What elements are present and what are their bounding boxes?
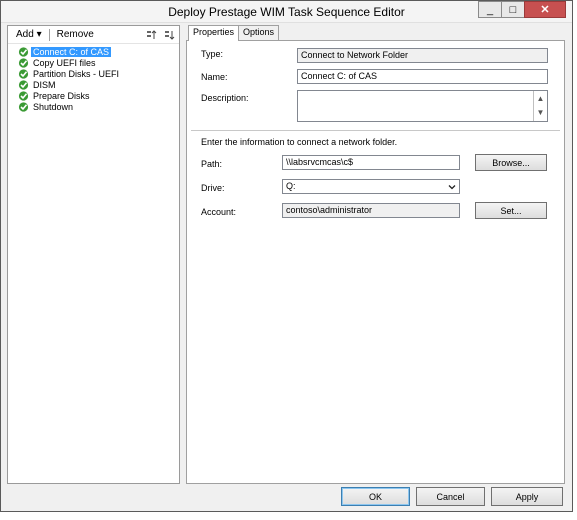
step-details-pane: Properties Options Type: Connect to Netw… <box>186 25 565 484</box>
tab-strip: Properties Options <box>188 25 280 41</box>
tree-item-label: Copy UEFI files <box>33 57 96 68</box>
tree-item-label: Shutdown <box>33 101 74 112</box>
path-field[interactable]: \\labsrvcmcas\c$ <box>282 155 460 170</box>
cancel-button[interactable]: Cancel <box>416 487 485 506</box>
window-controls: _ □ ✕ <box>478 1 566 18</box>
tree-item-label: Connect C: of CAS <box>31 46 112 57</box>
tree-item-connect-cas[interactable]: Connect C: of CAS <box>8 46 179 57</box>
type-label: Type: <box>201 49 224 59</box>
task-sequence-pane: Add ▾ Remove Connect C: of CAS Copy UEFI… <box>7 25 180 484</box>
tree-item-shutdown[interactable]: Shutdown <box>8 101 179 112</box>
tree-item-partition-disks[interactable]: Partition Disks - UEFI <box>8 68 179 79</box>
name-field[interactable]: Connect C: of CAS <box>297 69 548 84</box>
tab-properties[interactable]: Properties <box>188 25 240 41</box>
account-field: contoso\administrator <box>282 203 460 218</box>
properties-panel: Type: Connect to Network Folder Name: Co… <box>186 40 565 484</box>
success-check-icon <box>18 57 29 68</box>
toolbar-separator <box>48 28 50 41</box>
tree-item-label: Prepare Disks <box>33 90 90 101</box>
name-label: Name: <box>201 72 228 82</box>
tree-item-label: DISM <box>33 79 56 90</box>
tree-item-prepare-disks[interactable]: Prepare Disks <box>8 90 179 101</box>
add-dropdown-arrow: ▾ <box>36 29 42 40</box>
success-check-icon <box>18 68 29 79</box>
set-account-button[interactable]: Set... <box>475 202 547 219</box>
title-bar[interactable]: Deploy Prestage WIM Task Sequence Editor… <box>1 1 572 23</box>
tree-item-copy-uefi[interactable]: Copy UEFI files <box>8 57 179 68</box>
success-check-icon <box>18 101 29 112</box>
add-label: Add <box>16 29 34 40</box>
drive-select[interactable]: Q: <box>282 179 460 194</box>
close-button[interactable]: ✕ <box>524 1 566 18</box>
task-sequence-editor-window: Deploy Prestage WIM Task Sequence Editor… <box>0 0 573 512</box>
path-label: Path: <box>201 159 223 169</box>
add-menu-button[interactable]: Add ▾ <box>13 29 45 40</box>
maximize-button[interactable]: □ <box>501 1 525 18</box>
success-check-icon <box>18 79 29 90</box>
move-down-icon[interactable] <box>164 29 176 41</box>
type-field: Connect to Network Folder <box>297 48 548 63</box>
move-up-icon[interactable] <box>146 29 158 41</box>
description-label: Description: <box>201 93 249 103</box>
success-check-icon <box>18 46 29 57</box>
instructions-text: Enter the information to connect a netwo… <box>201 137 398 147</box>
remove-button[interactable]: Remove <box>54 29 97 40</box>
chevron-down-icon <box>448 185 456 190</box>
scroll-down-icon[interactable]: ▼ <box>534 105 547 119</box>
minimize-button[interactable]: _ <box>478 1 502 18</box>
description-scrollbar[interactable]: ▲ ▼ <box>533 91 547 121</box>
account-label: Account: <box>201 207 237 217</box>
sequence-toolbar: Add ▾ Remove <box>8 26 179 44</box>
success-check-icon <box>18 90 29 101</box>
tree-item-dism[interactable]: DISM <box>8 79 179 90</box>
drive-value: Q: <box>286 181 296 191</box>
browse-button[interactable]: Browse... <box>475 154 547 171</box>
drive-label: Drive: <box>201 183 225 193</box>
section-divider <box>191 130 560 131</box>
apply-button[interactable]: Apply <box>491 487 563 506</box>
ok-button[interactable]: OK <box>341 487 410 506</box>
tab-options[interactable]: Options <box>238 25 280 40</box>
description-field[interactable]: ▲ ▼ <box>297 90 548 122</box>
tree-item-label: Partition Disks - UEFI <box>33 68 120 79</box>
scroll-up-icon[interactable]: ▲ <box>534 91 547 105</box>
task-sequence-tree: Connect C: of CAS Copy UEFI files Partit… <box>8 44 179 112</box>
